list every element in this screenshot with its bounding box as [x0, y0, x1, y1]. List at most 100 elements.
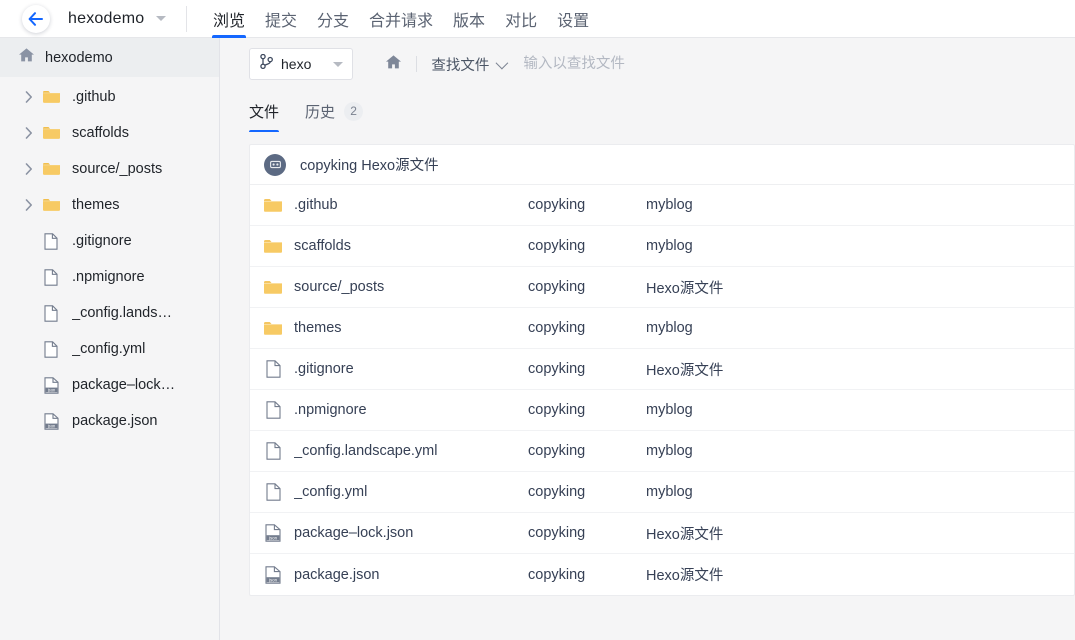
commit-message: Hexo源文件	[646, 568, 724, 584]
commit-author: copyking	[528, 525, 586, 541]
commit-author: copyking	[528, 402, 586, 418]
file-name: themes	[294, 320, 342, 336]
main-content: hexo 查找文件 文件 历史 2	[221, 38, 1075, 640]
file-icon	[40, 268, 62, 286]
avatar	[264, 153, 286, 176]
nav-item-browse[interactable]: 浏览	[203, 0, 255, 38]
chevron-right-icon[interactable]	[18, 127, 40, 139]
breadcrumb-home-button[interactable]	[385, 54, 402, 75]
chevron-right-icon[interactable]	[18, 163, 40, 175]
file-name: .gitignore	[294, 361, 354, 377]
commit-author: copyking	[528, 361, 586, 377]
commit-message: myblog	[646, 402, 693, 418]
commit-message: Hexo源文件	[646, 362, 724, 379]
sidebar-item-package-json[interactable]: json package.json	[0, 403, 219, 439]
sidebar-item-label: package–lock…	[72, 377, 176, 393]
folder-icon	[40, 198, 62, 212]
nav-item-commits[interactable]: 提交	[255, 0, 307, 38]
commit-message: myblog	[646, 197, 693, 213]
sidebar-item-config-landscape[interactable]: _config.lands…	[0, 295, 219, 331]
find-file-label: 查找文件	[431, 57, 490, 74]
home-icon	[18, 47, 35, 68]
sidebar-item-label: .github	[72, 89, 116, 105]
svg-text:json: json	[46, 387, 55, 392]
commit-author: copyking	[528, 484, 586, 500]
commit-message: myblog	[646, 443, 693, 459]
commit-message: myblog	[646, 238, 693, 254]
tree-list: .github scaffolds source/_posts themes .…	[0, 77, 219, 439]
json-file-icon: json	[40, 412, 62, 430]
sidebar-item-label: _config.yml	[72, 341, 146, 357]
json-file-icon: json	[262, 524, 284, 542]
table-row[interactable]: themes copyking myblog	[250, 308, 1074, 349]
commit-author: copyking	[528, 197, 586, 213]
tab-label: 文件	[249, 103, 280, 121]
file-name: .github	[294, 197, 338, 213]
sidebar-item-npmignore[interactable]: .npmignore	[0, 259, 219, 295]
chevron-right-icon[interactable]	[18, 199, 40, 211]
nav-item-merge-requests[interactable]: 合并请求	[359, 0, 443, 38]
nav-label: 对比	[505, 12, 538, 30]
nav-item-releases[interactable]: 版本	[443, 0, 495, 38]
nav-item-settings[interactable]: 设置	[547, 0, 599, 38]
sidebar-item-label: themes	[72, 197, 120, 213]
nav-item-compare[interactable]: 对比	[495, 0, 547, 38]
find-file-dropdown[interactable]: 查找文件	[431, 54, 509, 75]
file-icon	[40, 304, 62, 322]
table-row[interactable]: scaffolds copyking myblog	[250, 226, 1074, 267]
nav-label: 浏览	[212, 12, 245, 30]
sidebar-item-github[interactable]: .github	[0, 79, 219, 115]
file-name: _config.landscape.yml	[294, 443, 438, 459]
sidebar-item-source-posts[interactable]: source/_posts	[0, 151, 219, 187]
sidebar-item-label: source/_posts	[72, 161, 163, 177]
sidebar-item-label: package.json	[72, 413, 158, 429]
latest-commit-bar[interactable]: copyking Hexo源文件	[250, 145, 1074, 185]
tab-history[interactable]: 历史 2	[305, 90, 364, 132]
table-row[interactable]: .npmignore copyking myblog	[250, 390, 1074, 431]
sidebar-item-config-yml[interactable]: _config.yml	[0, 331, 219, 367]
sidebar-item-gitignore[interactable]: .gitignore	[0, 223, 219, 259]
nav-label: 分支	[317, 12, 350, 30]
sidebar-root-item[interactable]: hexodemo	[0, 38, 219, 77]
nav-label: 设置	[557, 12, 590, 30]
file-icon	[262, 401, 284, 419]
back-button[interactable]	[22, 4, 50, 33]
table-row[interactable]: json package–lock.json copyking Hexo源文件	[250, 513, 1074, 554]
sidebar-item-package-lock[interactable]: json package–lock…	[0, 367, 219, 403]
file-icon	[262, 442, 284, 460]
file-name: source/_posts	[294, 279, 385, 295]
toolbar-divider	[185, 5, 187, 32]
commit-author: copyking	[528, 320, 586, 336]
folder-icon	[40, 162, 62, 176]
tab-files[interactable]: 文件	[249, 90, 280, 132]
sidebar-item-label: scaffolds	[72, 125, 129, 141]
file-icon	[262, 483, 284, 501]
nav-item-branches[interactable]: 分支	[307, 0, 359, 38]
caret-down-icon	[155, 15, 166, 21]
file-name: package.json	[294, 566, 380, 583]
json-file-icon: json	[40, 376, 62, 394]
sidebar-item-themes[interactable]: themes	[0, 187, 219, 223]
branch-selector[interactable]: hexo	[249, 48, 354, 80]
caret-down-icon	[333, 61, 344, 67]
file-browser-panel: copyking Hexo源文件 .github copyking myblog…	[249, 144, 1075, 596]
table-row[interactable]: source/_posts copyking Hexo源文件	[250, 267, 1074, 308]
table-row[interactable]: .gitignore copyking Hexo源文件	[250, 349, 1074, 390]
commit-author: copyking	[528, 238, 586, 254]
folder-icon	[40, 90, 62, 104]
sidebar-item-scaffolds[interactable]: scaffolds	[0, 115, 219, 151]
arrow-left-icon	[28, 11, 44, 26]
table-row[interactable]: .github copyking myblog	[250, 185, 1074, 226]
table-row[interactable]: _config.landscape.yml copyking myblog	[250, 431, 1074, 472]
find-file-input[interactable]	[521, 55, 742, 73]
main-nav: 浏览 提交 分支 合并请求 版本 对比 设置	[203, 0, 599, 38]
table-row[interactable]: json package.json copyking Hexo源文件	[250, 554, 1074, 595]
table-row[interactable]: _config.yml copyking myblog	[250, 472, 1074, 513]
chevron-right-icon[interactable]	[18, 91, 40, 103]
repo-switcher[interactable]: hexodemo	[68, 10, 166, 28]
svg-text:json: json	[268, 577, 278, 582]
top-bar: hexodemo 浏览 提交 分支 合并请求 版本 对比 设置	[0, 0, 1075, 38]
file-tree-sidebar: hexodemo .github scaffolds source/_posts…	[0, 38, 220, 640]
commit-message: myblog	[646, 484, 693, 500]
file-icon	[40, 232, 62, 250]
